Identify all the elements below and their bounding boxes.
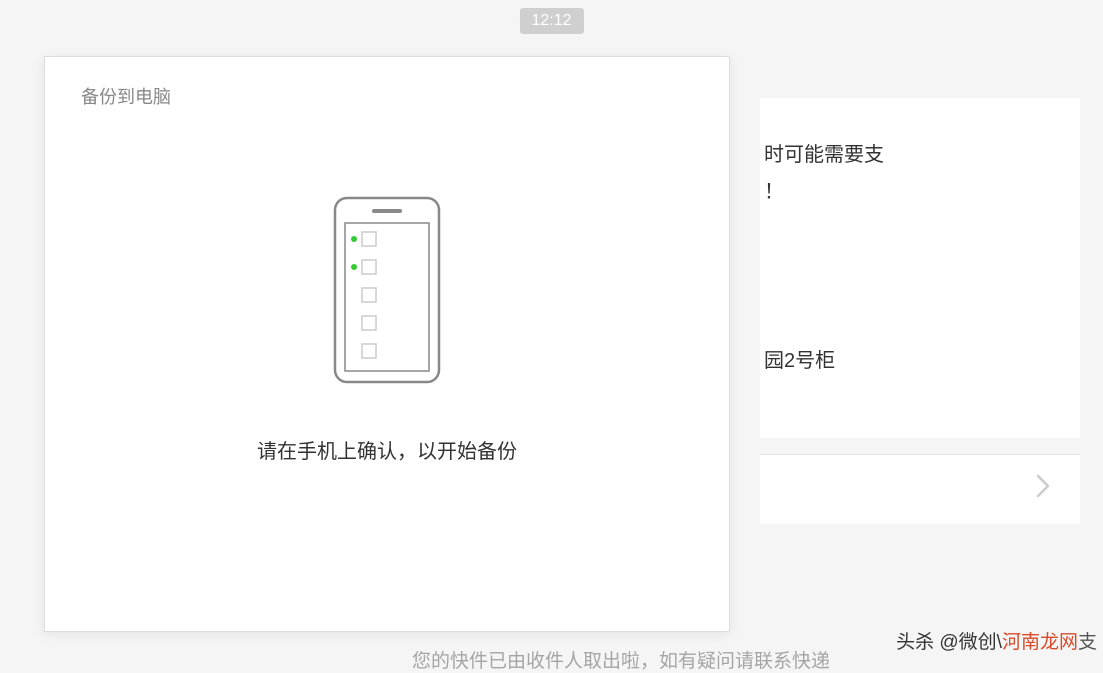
watermark-suffix: 支 <box>1078 632 1097 653</box>
dialog-content: 请在手机上确认，以开始备份 <box>45 195 729 464</box>
watermark-red: 河南龙网 <box>1002 632 1078 653</box>
watermark: 头杀 @微创\河南龙网支 <box>896 627 1097 654</box>
backup-dialog: 备份到电脑 请在手机上确认，以开始备份 <box>44 56 730 632</box>
watermark-at: @微创\ <box>939 632 1002 653</box>
bg-text-line1: 时可能需要支 <box>760 98 1080 167</box>
chevron-right-icon <box>1036 474 1050 505</box>
bg-text-line3: 园2号柜 <box>760 204 1080 373</box>
watermark-prefix: 头杀 <box>896 632 939 653</box>
background-card-nav[interactable] <box>760 454 1080 524</box>
dialog-prompt: 请在手机上确认，以开始备份 <box>257 435 517 464</box>
phone-illustration-icon <box>332 195 442 385</box>
background-card-top: 时可能需要支 ！ 园2号柜 <box>760 98 1080 438</box>
time-badge: 12:12 <box>519 8 583 34</box>
bg-text-line2: ！ <box>760 167 1080 204</box>
dialog-title: 备份到电脑 <box>45 57 729 135</box>
